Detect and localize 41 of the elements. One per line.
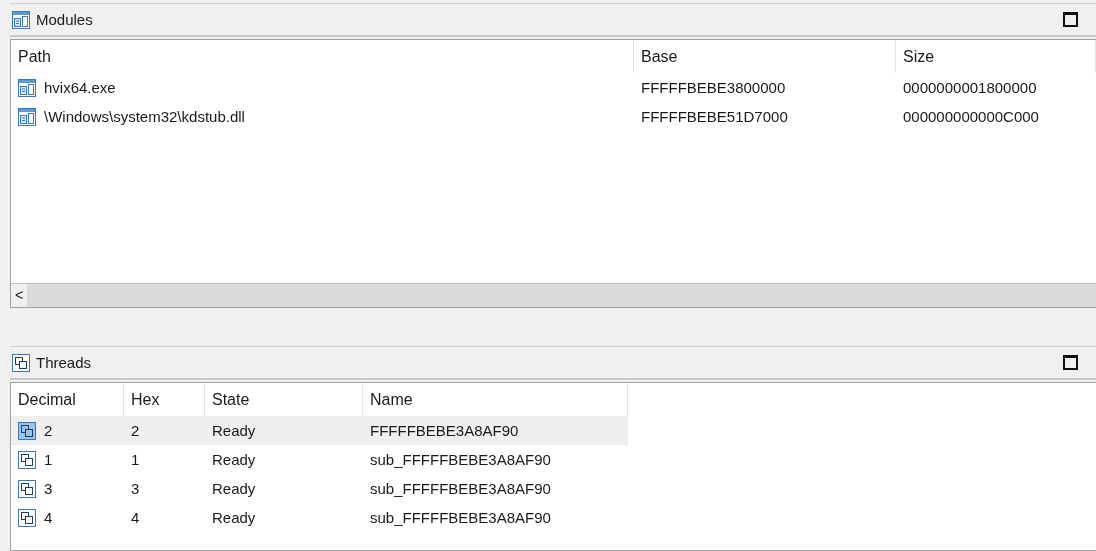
thread-icon bbox=[18, 508, 36, 527]
maximize-button[interactable] bbox=[1063, 12, 1078, 27]
table-cell: Ready bbox=[212, 480, 256, 497]
table-cell: FFFFFBEBE3A8AF90 bbox=[370, 422, 519, 439]
table-cell: 3 bbox=[131, 480, 140, 497]
table-cell: \Windows\system32\kdstub.dll bbox=[44, 108, 245, 125]
thread-icon bbox=[18, 450, 36, 469]
table-cell: 1 bbox=[44, 451, 53, 468]
table-row[interactable]: 1 1 Ready sub_FFFFFBEBE3A8AF90 bbox=[11, 445, 628, 474]
module-icon bbox=[18, 107, 36, 126]
table-cell: 0000000001800000 bbox=[903, 79, 1037, 96]
panel-title: Modules bbox=[36, 11, 93, 28]
table-cell: 2 bbox=[44, 422, 53, 439]
table-row[interactable]: hvix64.exe FFFFFBEBE3800000 0000000001800000 bbox=[11, 73, 1096, 102]
maximize-button[interactable] bbox=[1063, 355, 1078, 370]
table-cell: hvix64.exe bbox=[44, 79, 116, 96]
table-cell: FFFFFBEBE3800000 bbox=[641, 79, 786, 96]
table-cell: 2 bbox=[131, 422, 140, 439]
module-icon bbox=[12, 10, 30, 29]
table-cell: FFFFFBEBE51D7000 bbox=[641, 108, 788, 125]
horizontal-scrollbar[interactable]: < bbox=[11, 283, 1096, 307]
table-cell: 4 bbox=[131, 509, 140, 526]
table-cell: 3 bbox=[44, 480, 53, 497]
table-cell: Ready bbox=[212, 451, 256, 468]
table-cell: 4 bbox=[44, 509, 53, 526]
table-cell: 1 bbox=[131, 451, 140, 468]
thread-icon bbox=[12, 353, 30, 372]
table-row[interactable]: 2 2 Ready FFFFFBEBE3A8AF90 bbox=[11, 416, 628, 445]
panel-title: Threads bbox=[36, 354, 92, 371]
thread-icon bbox=[18, 479, 36, 498]
module-icon bbox=[18, 78, 36, 97]
thread-icon bbox=[18, 421, 36, 440]
table-cell: 000000000000C000 bbox=[903, 108, 1039, 125]
table-cell: Ready bbox=[212, 509, 256, 526]
table-row[interactable]: 4 4 Ready sub_FFFFFBEBE3A8AF90 bbox=[11, 503, 628, 532]
table-cell: sub_FFFFFBEBE3A8AF90 bbox=[370, 509, 551, 526]
table-cell: sub_FFFFFBEBE3A8AF90 bbox=[370, 451, 551, 468]
table-row[interactable]: 3 3 Ready sub_FFFFFBEBE3A8AF90 bbox=[11, 474, 628, 503]
table-row[interactable]: \Windows\system32\kdstub.dll FFFFFBEBE51D7000 000000000000C000 bbox=[11, 102, 1096, 131]
table-cell: Ready bbox=[212, 422, 256, 439]
table-cell: sub_FFFFFBEBE3A8AF90 bbox=[370, 480, 551, 497]
